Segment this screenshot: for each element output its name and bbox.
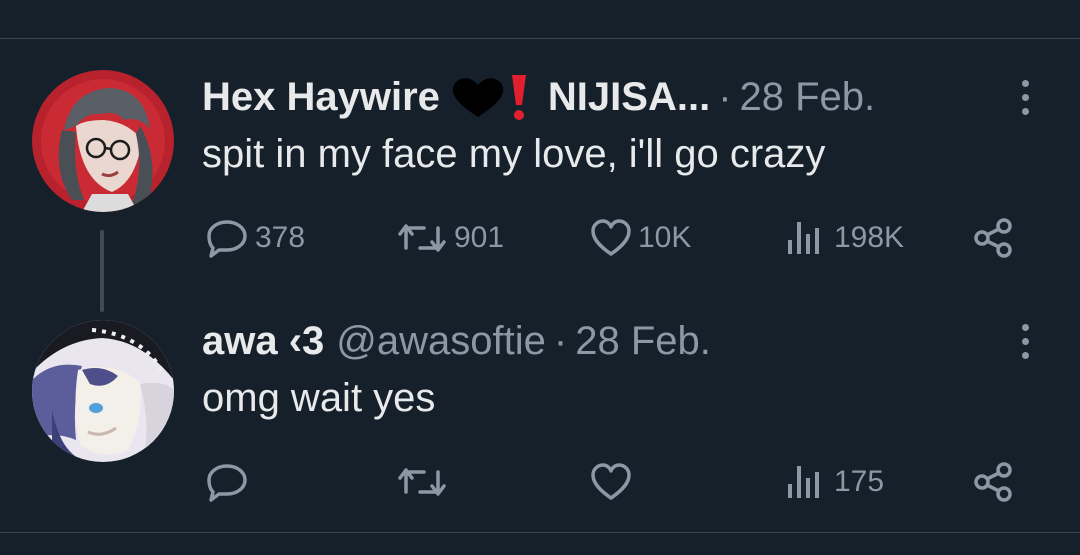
- views-icon: [788, 466, 819, 498]
- tweet-actions: 175: [0, 458, 1080, 508]
- avatar[interactable]: [32, 70, 174, 212]
- more-options-icon[interactable]: [1015, 322, 1035, 362]
- like-button[interactable]: [590, 462, 638, 502]
- tweet-date[interactable]: 28 Feb.: [575, 319, 711, 364]
- thread-connector: [100, 230, 104, 312]
- views-button[interactable]: 198K: [784, 218, 904, 258]
- reply-icon: [207, 220, 247, 258]
- red-exclamation-icon: [508, 73, 530, 121]
- previous-tweet-actions: [0, 0, 1080, 38]
- share-button[interactable]: [972, 218, 1016, 258]
- share-icon: [974, 462, 1012, 502]
- reply-button[interactable]: 378: [205, 218, 305, 258]
- top-divider: [0, 38, 1080, 39]
- views-count: 198K: [834, 221, 905, 254]
- display-name[interactable]: awa ‹3: [202, 319, 324, 364]
- share-button[interactable]: [972, 462, 1016, 502]
- tweet-actions: 378 901 10K 198K: [0, 214, 1080, 264]
- reply-icon: [214, 0, 238, 4]
- views-count: 175: [834, 465, 885, 498]
- tweet-text: spit in my face my love, i'll go crazy: [202, 132, 826, 176]
- more-options-icon[interactable]: [1015, 78, 1035, 118]
- display-name[interactable]: Hex Haywire: [202, 75, 440, 120]
- retweet-button[interactable]: 901: [396, 218, 504, 258]
- tweet-text: omg wait yes: [202, 376, 436, 420]
- views-icon: [788, 222, 819, 254]
- reply-count: 378: [255, 221, 306, 254]
- views-icon: [790, 0, 814, 4]
- retweet-button[interactable]: [396, 462, 454, 502]
- retweet-icon: [398, 468, 446, 496]
- black-heart-icon: [450, 75, 506, 119]
- heart-icon: [598, 0, 622, 4]
- tweet-header: awa ‹3 @awasoftie · 28 Feb.: [202, 316, 711, 366]
- heart-icon: [591, 463, 631, 500]
- like-count: 10K: [638, 221, 692, 254]
- tweet-header: Hex Haywire NIJISA... · 28 Feb.: [202, 72, 875, 122]
- like-button[interactable]: 10K: [590, 218, 691, 258]
- tweet-date[interactable]: 28 Feb.: [740, 75, 876, 120]
- reply-button[interactable]: [205, 462, 255, 502]
- separator-dot: ·: [553, 318, 568, 363]
- avatar[interactable]: [32, 320, 174, 462]
- display-name-suffix[interactable]: NIJISA...: [548, 75, 710, 120]
- share-icon: [974, 218, 1012, 258]
- retweet-count: 901: [454, 221, 505, 254]
- retweet-icon: [404, 0, 428, 4]
- share-icon: [986, 0, 1010, 4]
- separator-dot: ·: [718, 74, 732, 119]
- reply-icon: [207, 464, 247, 502]
- user-handle[interactable]: @awasoftie: [336, 319, 546, 364]
- views-button[interactable]: 175: [784, 462, 884, 502]
- retweet-icon: [398, 224, 446, 252]
- heart-icon: [591, 219, 631, 256]
- bottom-divider: [0, 532, 1080, 533]
